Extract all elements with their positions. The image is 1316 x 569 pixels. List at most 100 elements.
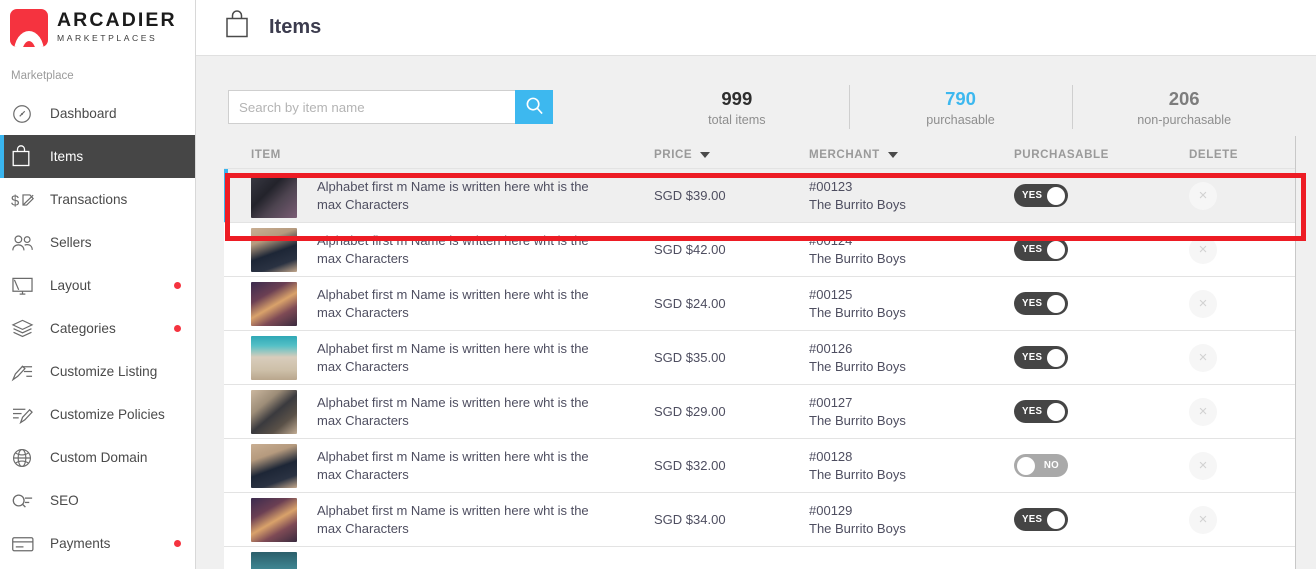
toggle-knob [1047,240,1065,259]
sidebar-item-label: Dashboard [50,106,117,121]
cell-price: SGD $29.00 [654,404,726,419]
toggle-label: YES [1022,352,1043,363]
stat-label: purchasable [926,113,995,128]
sidebar: ARCADIER MARKETPLACES Marketplace Dashbo… [0,0,196,569]
merchant-name: The Burrito Boys [809,250,906,266]
sidebar-item-payments[interactable]: Payments [0,522,195,565]
brand-logo[interactable]: ARCADIER MARKETPLACES [0,0,195,56]
purchasable-toggle[interactable]: YES [1014,508,1068,531]
sidebar-item-customize-listing[interactable]: Customize Listing [0,350,195,393]
search-container [228,90,553,124]
cell-delete: × [1189,343,1279,372]
table-row[interactable]: Alphabet first m Name is written here wh… [224,439,1296,493]
search-button[interactable] [515,90,553,124]
sidebar-item-seo[interactable]: SEO [0,479,195,522]
sidebar-item-label: Customize Listing [50,364,158,379]
sidebar-item-items[interactable]: Items [0,135,195,178]
delete-button[interactable]: × [1189,397,1217,426]
cell-purchasable: YES [1014,292,1189,315]
table-row[interactable] [224,547,1296,569]
page-title: Items [269,16,322,38]
sidebar-item-layout[interactable]: Layout [0,264,195,307]
stat-non-purchasable[interactable]: 206 non-purchasable [1072,81,1296,133]
page-header: Items [196,0,1316,56]
merchant-id: #00124 [809,232,853,248]
list-pen-icon [11,362,41,382]
item-stats: 999 total items 790 purchasable 206 non-purch… [625,81,1296,133]
table-scrollbar[interactable] [1295,136,1296,569]
merchant-name: The Burrito Boys [809,358,906,374]
item-name: Alphabet first m Name is written here wh… [317,287,589,320]
purchasable-toggle[interactable]: NO [1014,454,1068,477]
column-header-purchasable: PURCHASABLE [1014,148,1189,161]
merchant-id: #00123 [809,178,853,194]
toggle-label: NO [1043,460,1059,471]
close-x-icon: × [1198,241,1208,258]
sidebar-item-label: Customize Policies [50,407,165,422]
magnifier-lines-icon [11,491,41,511]
cell-item: Alphabet first m Name is written here wh… [224,497,654,542]
table-row[interactable]: Alphabet first m Name is written here wh… [224,169,1296,223]
brand-title: ARCADIER [57,9,177,32]
notification-dot-icon [174,282,181,289]
toggle-knob [1047,402,1065,421]
layers-icon [11,318,41,339]
toggle-label: YES [1022,190,1043,201]
merchant-name: The Burrito Boys [809,412,906,428]
sort-chevron-down-icon[interactable] [700,151,711,158]
stat-total-items[interactable]: 999 total items [625,81,849,133]
column-header-label: ITEM [251,148,281,161]
merchant-name: The Burrito Boys [809,520,906,536]
document-pencil-icon [11,405,41,425]
table-row[interactable]: Alphabet first m Name is written here wh… [224,493,1296,547]
sidebar-item-label: Items [50,149,84,164]
purchasable-toggle[interactable]: YES [1014,238,1068,261]
search-input[interactable] [228,90,515,124]
sidebar-item-label: Transactions [50,192,128,207]
close-x-icon: × [1198,349,1208,366]
table-row[interactable]: Alphabet first m Name is written here wh… [224,385,1296,439]
delete-button[interactable]: × [1189,343,1217,372]
sidebar-item-label: Custom Domain [50,450,148,465]
sidebar-item-custom-domain[interactable]: Custom Domain [0,436,195,479]
item-thumbnail [251,389,297,434]
cell-item: Alphabet first m Name is written here wh… [224,443,654,488]
delete-button[interactable]: × [1189,505,1217,534]
toggle-label: YES [1022,514,1043,525]
cell-delete: × [1189,289,1279,318]
delete-button[interactable]: × [1189,289,1217,318]
arcadier-logo-icon [10,9,48,47]
table-row[interactable]: Alphabet first m Name is written here wh… [224,223,1296,277]
sidebar-item-dashboard[interactable]: Dashboard [0,92,195,135]
purchasable-toggle[interactable]: YES [1014,184,1068,207]
column-header-delete: DELETE [1189,148,1279,161]
shopping-bag-icon [224,10,250,45]
table-header-row: ITEM PRICE MERCHANT PURCHASABLE DELETE [224,136,1296,168]
purchasable-toggle[interactable]: YES [1014,400,1068,423]
cell-item: Alphabet first m Name is written here wh… [224,389,654,434]
table-body: Alphabet first m Name is written here wh… [224,168,1296,569]
merchant-id: #00126 [809,340,853,356]
cell-item: Alphabet first m Name is written here wh… [224,281,654,326]
stat-purchasable[interactable]: 790 purchasable [848,81,1073,133]
sidebar-item-transactions[interactable]: $ Transactions [0,178,195,221]
item-thumbnail [251,227,297,272]
delete-button[interactable]: × [1189,181,1217,210]
column-header-price[interactable]: PRICE [654,148,809,161]
toggle-knob [1017,456,1035,475]
column-header-merchant[interactable]: MERCHANT [809,148,1014,161]
cell-merchant: #00124 The Burrito Boys [809,232,1014,268]
purchasable-toggle[interactable]: YES [1014,292,1068,315]
table-row[interactable]: Alphabet first m Name is written here wh… [224,331,1296,385]
sort-chevron-down-icon[interactable] [887,151,898,158]
sidebar-item-categories[interactable]: Categories [0,307,195,350]
delete-button[interactable]: × [1189,451,1217,480]
sidebar-item-customize-policies[interactable]: Customize Policies [0,393,195,436]
item-name: Alphabet first m Name is written here wh… [317,503,589,536]
item-name: Alphabet first m Name is written here wh… [317,449,589,482]
purchasable-toggle[interactable]: YES [1014,346,1068,369]
table-row[interactable]: Alphabet first m Name is written here wh… [224,277,1296,331]
delete-button[interactable]: × [1189,235,1217,264]
sidebar-item-sellers[interactable]: Sellers [0,221,195,264]
item-thumbnail [251,551,297,569]
